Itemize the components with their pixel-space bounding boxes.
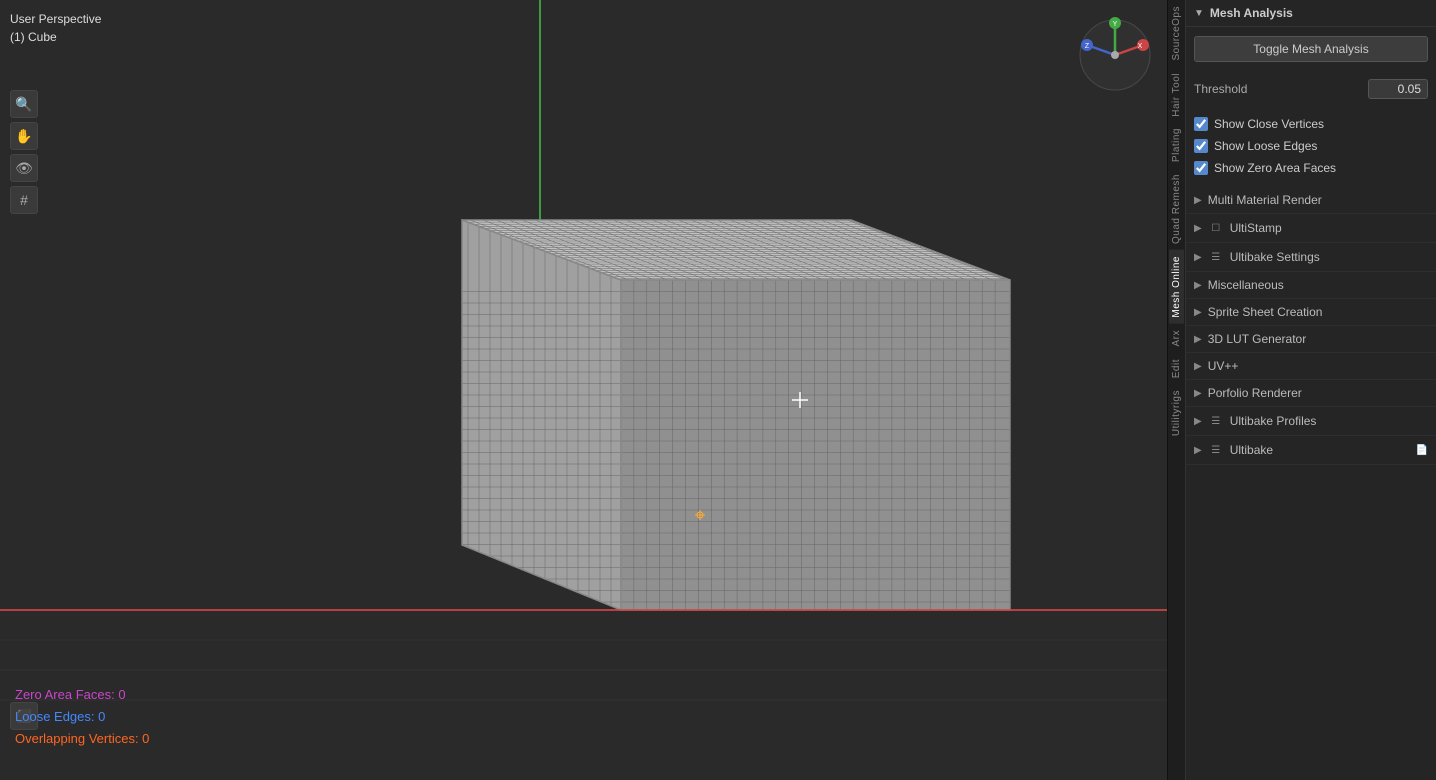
ultibake-profiles-arrow-icon: ▶ <box>1194 416 1202 427</box>
ultibake-extra-icon: 📄 <box>1416 445 1428 456</box>
ultistamp-label: UltiStamp <box>1230 221 1282 235</box>
show-zero-area-faces-label: Show Zero Area Faces <box>1214 161 1336 175</box>
ultibake-list-icon: ☰ <box>1208 442 1224 458</box>
zero-area-faces-stat: Zero Area Faces: 0 <box>15 684 149 706</box>
ultibake-label: Ultibake <box>1230 443 1273 457</box>
ultibake-settings-label: Ultibake Settings <box>1230 250 1320 264</box>
show-loose-edges-label: Show Loose Edges <box>1214 139 1317 153</box>
3d-lut-arrow-icon: ▶ <box>1194 334 1202 345</box>
tab-plating[interactable]: Plating <box>1169 122 1184 168</box>
tab-hair-tool[interactable]: Hair Tool <box>1169 67 1184 123</box>
zoom-tool-icon[interactable]: 🔍 <box>10 90 38 118</box>
ultibake-profiles-section[interactable]: ▶ ☰ Ultibake Profiles <box>1186 407 1436 436</box>
tab-utilityrigs[interactable]: Utilityrigs <box>1169 384 1184 442</box>
tab-sourceops[interactable]: SourceOps <box>1169 0 1184 67</box>
porfolio-renderer-section[interactable]: ▶ Porfolio Renderer <box>1186 380 1436 407</box>
ultibake-settings-section[interactable]: ▶ ☰ Ultibake Settings <box>1186 243 1436 272</box>
right-panel: ▼ Mesh Analysis Toggle Mesh Analysis Thr… <box>1185 0 1436 780</box>
ultistamp-arrow-icon: ▶ <box>1194 223 1202 234</box>
sprite-sheet-arrow-icon: ▶ <box>1194 307 1202 318</box>
mesh-stats: Zero Area Faces: 0 Loose Edges: 0 Overla… <box>15 684 149 750</box>
uvpp-label: UV++ <box>1208 359 1239 373</box>
porfolio-label: Porfolio Renderer <box>1208 386 1302 400</box>
multi-material-label: Multi Material Render <box>1208 193 1322 207</box>
miscellaneous-arrow-icon: ▶ <box>1194 280 1202 291</box>
3d-lut-generator-section[interactable]: ▶ 3D LUT Generator <box>1186 326 1436 353</box>
svg-text:Y: Y <box>1113 21 1118 28</box>
miscellaneous-label: Miscellaneous <box>1208 278 1284 292</box>
porfolio-arrow-icon: ▶ <box>1194 388 1202 399</box>
tab-mesh-online[interactable]: Mesh Online <box>1169 250 1184 324</box>
viewport: User Perspective (1) Cube X Y Z 🔍 ✋ � <box>0 0 1185 780</box>
mesh-analysis-header: ▼ Mesh Analysis <box>1186 0 1436 27</box>
sprite-sheet-label: Sprite Sheet Creation <box>1208 305 1323 319</box>
show-loose-edges-checkbox[interactable] <box>1194 139 1208 153</box>
show-loose-edges-row: Show Loose Edges <box>1194 135 1428 157</box>
threshold-row: Threshold <box>1194 76 1428 102</box>
mesh-analysis-chevron-icon: ▼ <box>1194 8 1204 19</box>
3d-lut-label: 3D LUT Generator <box>1208 332 1307 346</box>
toggle-mesh-analysis-button[interactable]: Toggle Mesh Analysis <box>1194 36 1428 62</box>
ultistamp-section[interactable]: ▶ ☐ UltiStamp <box>1186 214 1436 243</box>
ultibake-settings-list-icon: ☰ <box>1208 249 1224 265</box>
loose-edges-stat: Loose Edges: 0 <box>15 706 149 728</box>
show-zero-area-faces-row: Show Zero Area Faces <box>1194 157 1428 179</box>
miscellaneous-section[interactable]: ▶ Miscellaneous <box>1186 272 1436 299</box>
ultibake-profiles-label: Ultibake Profiles <box>1230 414 1317 428</box>
uvpp-arrow-icon: ▶ <box>1194 361 1202 372</box>
show-close-vertices-row: Show Close Vertices <box>1194 113 1428 135</box>
tab-arx[interactable]: Arx <box>1169 324 1184 353</box>
camera-tool-icon[interactable]: 👁 <box>10 154 38 182</box>
multi-material-arrow-icon: ▶ <box>1194 195 1202 206</box>
mesh-analysis-title-text: Mesh Analysis <box>1210 6 1293 20</box>
show-zero-area-faces-checkbox[interactable] <box>1194 161 1208 175</box>
svg-text:X: X <box>1138 43 1143 50</box>
overlapping-vertices-stat: Overlapping Vertices: 0 <box>15 728 149 750</box>
svg-text:Z: Z <box>1085 43 1090 50</box>
right-tab-strip: SourceOps Hair Tool Plating Quad Remesh … <box>1167 0 1185 780</box>
navigation-gizmo[interactable]: X Y Z <box>1075 15 1155 95</box>
ultibake-profiles-list-icon: ☰ <box>1208 413 1224 429</box>
tab-quad-remesh[interactable]: Quad Remesh <box>1169 168 1184 250</box>
grab-tool-icon[interactable]: ✋ <box>10 122 38 150</box>
multi-material-render-section[interactable]: ▶ Multi Material Render <box>1186 187 1436 214</box>
grid-tool-icon[interactable]: # <box>10 186 38 214</box>
show-close-vertices-checkbox[interactable] <box>1194 117 1208 131</box>
uvpp-section[interactable]: ▶ UV++ <box>1186 353 1436 380</box>
ultibake-settings-arrow-icon: ▶ <box>1194 252 1202 263</box>
sprite-sheet-creation-section[interactable]: ▶ Sprite Sheet Creation <box>1186 299 1436 326</box>
threshold-input[interactable] <box>1368 79 1428 99</box>
left-toolbar: 🔍 ✋ 👁 # <box>10 90 38 214</box>
show-close-vertices-label: Show Close Vertices <box>1214 117 1324 131</box>
threshold-label: Threshold <box>1194 82 1247 96</box>
tab-edit[interactable]: Edit <box>1169 353 1184 384</box>
ultistamp-checkbox-icon: ☐ <box>1208 220 1224 236</box>
ultibake-arrow-icon: ▶ <box>1194 445 1202 456</box>
ultibake-section[interactable]: ▶ ☰ Ultibake 📄 <box>1186 436 1436 465</box>
